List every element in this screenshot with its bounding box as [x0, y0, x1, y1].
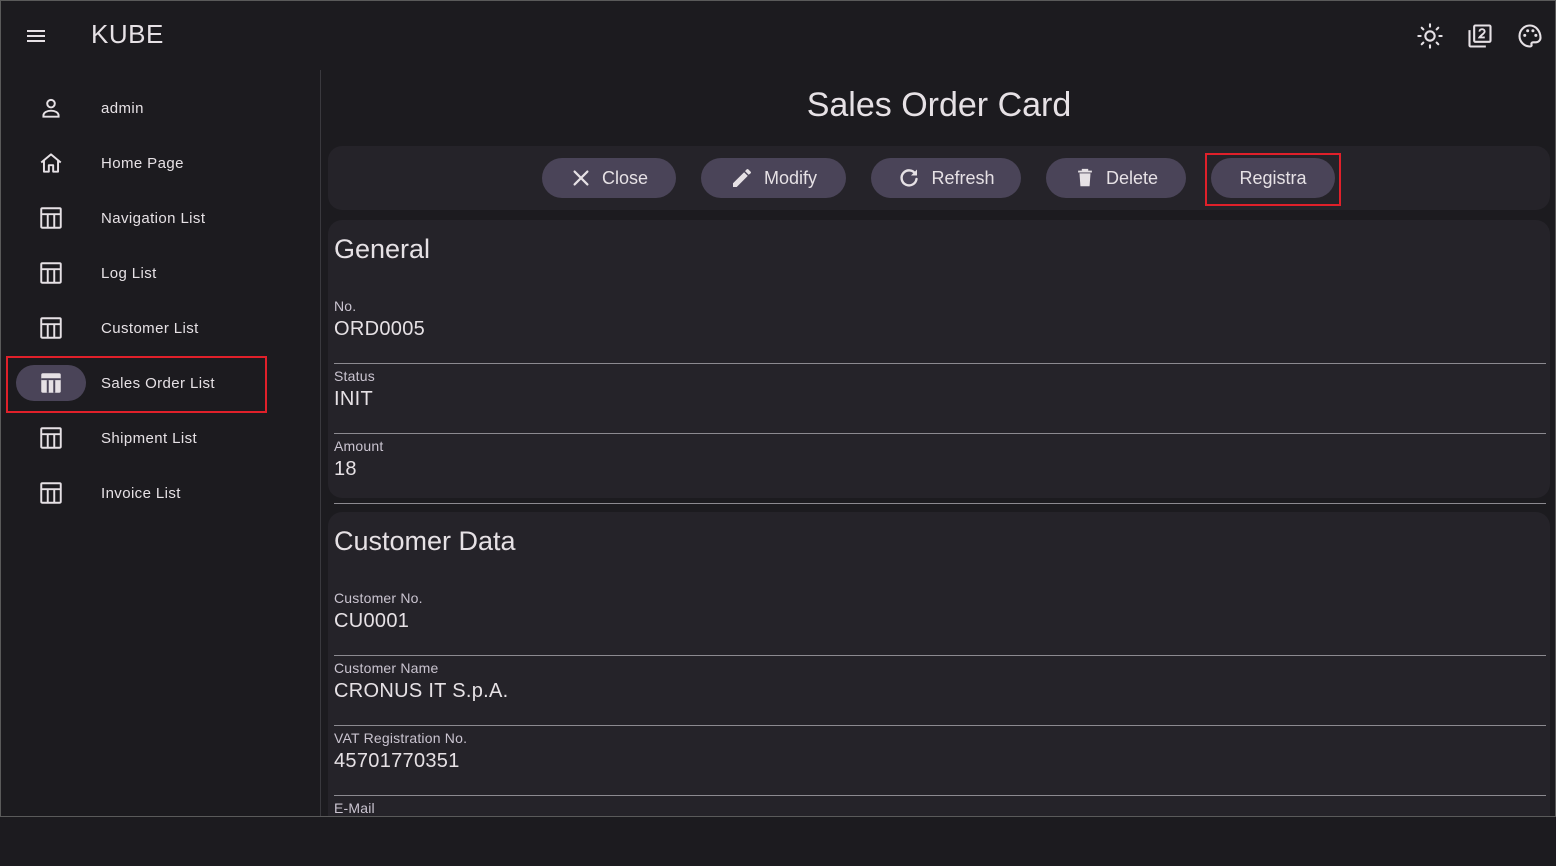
field-label: Amount — [334, 438, 384, 454]
email-field[interactable]: E-Mail — [334, 800, 1546, 866]
filter-2-icon[interactable] — [1462, 18, 1498, 54]
sidebar-item-admin[interactable]: admin — [16, 88, 266, 128]
sidebar-item-customer-list[interactable]: Customer List — [16, 308, 266, 348]
close-icon — [570, 167, 592, 189]
trash-icon — [1074, 166, 1096, 190]
sidebar-item-label: admin — [101, 99, 144, 117]
section-title: General — [334, 234, 431, 264]
top-app-bar: KUBE — [0, 0, 1556, 70]
field-value: INIT — [334, 388, 373, 410]
sidebar-item-log-list[interactable]: Log List — [16, 253, 266, 293]
table-icon — [16, 255, 86, 291]
sidebar-item-label: Navigation List — [101, 209, 206, 227]
table-icon — [16, 200, 86, 236]
sidebar-item-navigation-list[interactable]: Navigation List — [16, 198, 266, 238]
no-field[interactable]: No. ORD0005 — [334, 298, 1546, 364]
sidebar: admin Home Page Navigation List Log List… — [0, 70, 321, 817]
app-title: KUBE — [91, 19, 164, 49]
sidebar-item-label: Customer List — [101, 319, 199, 337]
page-title: Sales Order Card — [806, 86, 1072, 124]
palette-icon[interactable] — [1512, 18, 1548, 54]
field-value: CRONUS IT S.p.A. — [334, 680, 509, 702]
sidebar-item-label: Shipment List — [101, 429, 198, 447]
field-value: CU0001 — [334, 610, 410, 632]
sidebar-item-sales-order-list[interactable]: Sales Order List — [16, 363, 266, 403]
table-icon — [16, 420, 86, 456]
brightness-icon[interactable] — [1412, 18, 1448, 54]
field-value: 18 — [334, 458, 357, 480]
customer-no-field[interactable]: Customer No. CU0001 — [334, 590, 1546, 656]
pencil-icon — [730, 166, 754, 190]
field-label: VAT Registration No. — [334, 730, 468, 746]
field-label: Customer No. — [334, 590, 423, 606]
field-label: Customer Name — [334, 660, 439, 676]
section-title: Customer Data — [334, 526, 516, 556]
field-label: No. — [334, 298, 357, 314]
menu-icon[interactable] — [18, 18, 54, 54]
close-button-label: Close — [601, 167, 649, 188]
refresh-icon — [897, 166, 921, 190]
status-field[interactable]: Status INIT — [334, 368, 1546, 434]
table-icon — [16, 310, 86, 346]
sidebar-item-label: Invoice List — [101, 484, 181, 502]
vat-registration-field[interactable]: VAT Registration No. 45701770351 — [334, 730, 1546, 796]
sidebar-item-label: Sales Order List — [101, 374, 215, 392]
customer-name-field[interactable]: Customer Name CRONUS IT S.p.A. — [334, 660, 1546, 726]
table-icon — [16, 365, 86, 401]
sidebar-item-home-page[interactable]: Home Page — [16, 143, 266, 183]
sidebar-item-label: Log List — [101, 264, 157, 282]
home-icon — [16, 145, 86, 181]
customer-data-section: Customer Data Customer No. CU0001 Custom… — [328, 512, 1550, 817]
delete-button[interactable]: Delete — [1046, 158, 1186, 198]
refresh-button[interactable]: Refresh — [871, 158, 1021, 198]
general-section: General No. ORD0005 Status INIT Amount 1… — [328, 220, 1550, 504]
modify-button-label: Modify — [763, 167, 817, 188]
delete-button-label: Delete — [1105, 167, 1159, 188]
action-toolbar: Close Modify Refresh Delete Registra — [328, 146, 1550, 210]
table-icon — [16, 475, 86, 511]
field-label: E-Mail — [334, 800, 375, 816]
sidebar-item-invoice-list[interactable]: Invoice List — [16, 473, 266, 513]
person-icon — [16, 90, 86, 126]
close-button[interactable]: Close — [542, 158, 676, 198]
registra-button[interactable]: Registra — [1211, 158, 1335, 198]
field-value: ORD0005 — [334, 318, 426, 340]
field-label: Status — [334, 368, 375, 384]
modify-button[interactable]: Modify — [701, 158, 846, 198]
sidebar-item-label: Home Page — [101, 154, 184, 172]
amount-field[interactable]: Amount 18 — [334, 438, 1546, 504]
refresh-button-label: Refresh — [931, 167, 995, 188]
registra-button-label: Registra — [1239, 167, 1307, 188]
sidebar-item-shipment-list[interactable]: Shipment List — [16, 418, 266, 458]
field-value: 45701770351 — [334, 750, 460, 772]
